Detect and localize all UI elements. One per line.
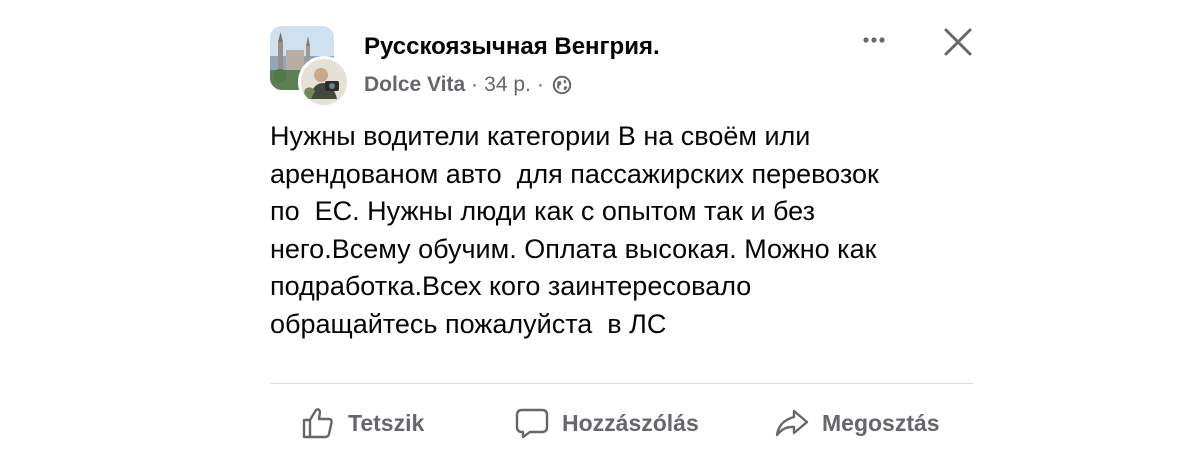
- like-button[interactable]: Tetszik: [300, 402, 424, 444]
- more-options-button[interactable]: [852, 24, 896, 56]
- share-button[interactable]: Megosztás: [774, 402, 940, 444]
- post-avatars: [270, 26, 350, 108]
- post-body-line: обращайтесь пожалуйста в ЛС: [270, 308, 667, 339]
- meta-separator: ·: [536, 73, 544, 96]
- post-meta: Dolce Vita · 34 р. ·: [364, 72, 572, 98]
- post-body-line: подработка.Всех кого заинтересовало: [270, 271, 752, 301]
- post-body-line: по ЕС. Нужны люди как с опытом так и без: [270, 196, 815, 226]
- post-body: Нужны водители категории B на своём или …: [270, 118, 970, 343]
- close-icon: [944, 28, 972, 56]
- close-button[interactable]: [936, 20, 980, 64]
- more-horizontal-icon: [863, 37, 885, 43]
- like-label: Tetszik: [348, 409, 425, 436]
- author-name-link[interactable]: Dolce Vita: [364, 73, 465, 97]
- comment-label: Hozzászólás: [562, 409, 699, 436]
- thumbs-up-icon: [300, 405, 336, 441]
- meta-separator: ·: [471, 73, 479, 96]
- group-name-link[interactable]: Русскоязычная Венгрия.: [364, 33, 660, 61]
- post-body-line: Нужны водители категории B на своём или: [270, 121, 811, 151]
- feed-post: Русскоязычная Венгрия. Dolce Vita · 34 р…: [0, 0, 1200, 452]
- share-label: Megosztás: [822, 409, 940, 436]
- comment-button[interactable]: Hozzászólás: [514, 402, 699, 444]
- post-timestamp[interactable]: 34 р.: [484, 73, 531, 97]
- comment-bubble-icon: [514, 405, 550, 441]
- user-avatar[interactable]: [298, 56, 350, 108]
- actions-divider: [270, 383, 973, 384]
- share-arrow-icon: [774, 405, 810, 441]
- post-body-line: арендованом авто для пассажирских перево…: [270, 158, 879, 189]
- globe-icon[interactable]: [552, 75, 572, 95]
- post-body-line: него.Всему обучим. Оплата высокая. Можно…: [270, 233, 877, 264]
